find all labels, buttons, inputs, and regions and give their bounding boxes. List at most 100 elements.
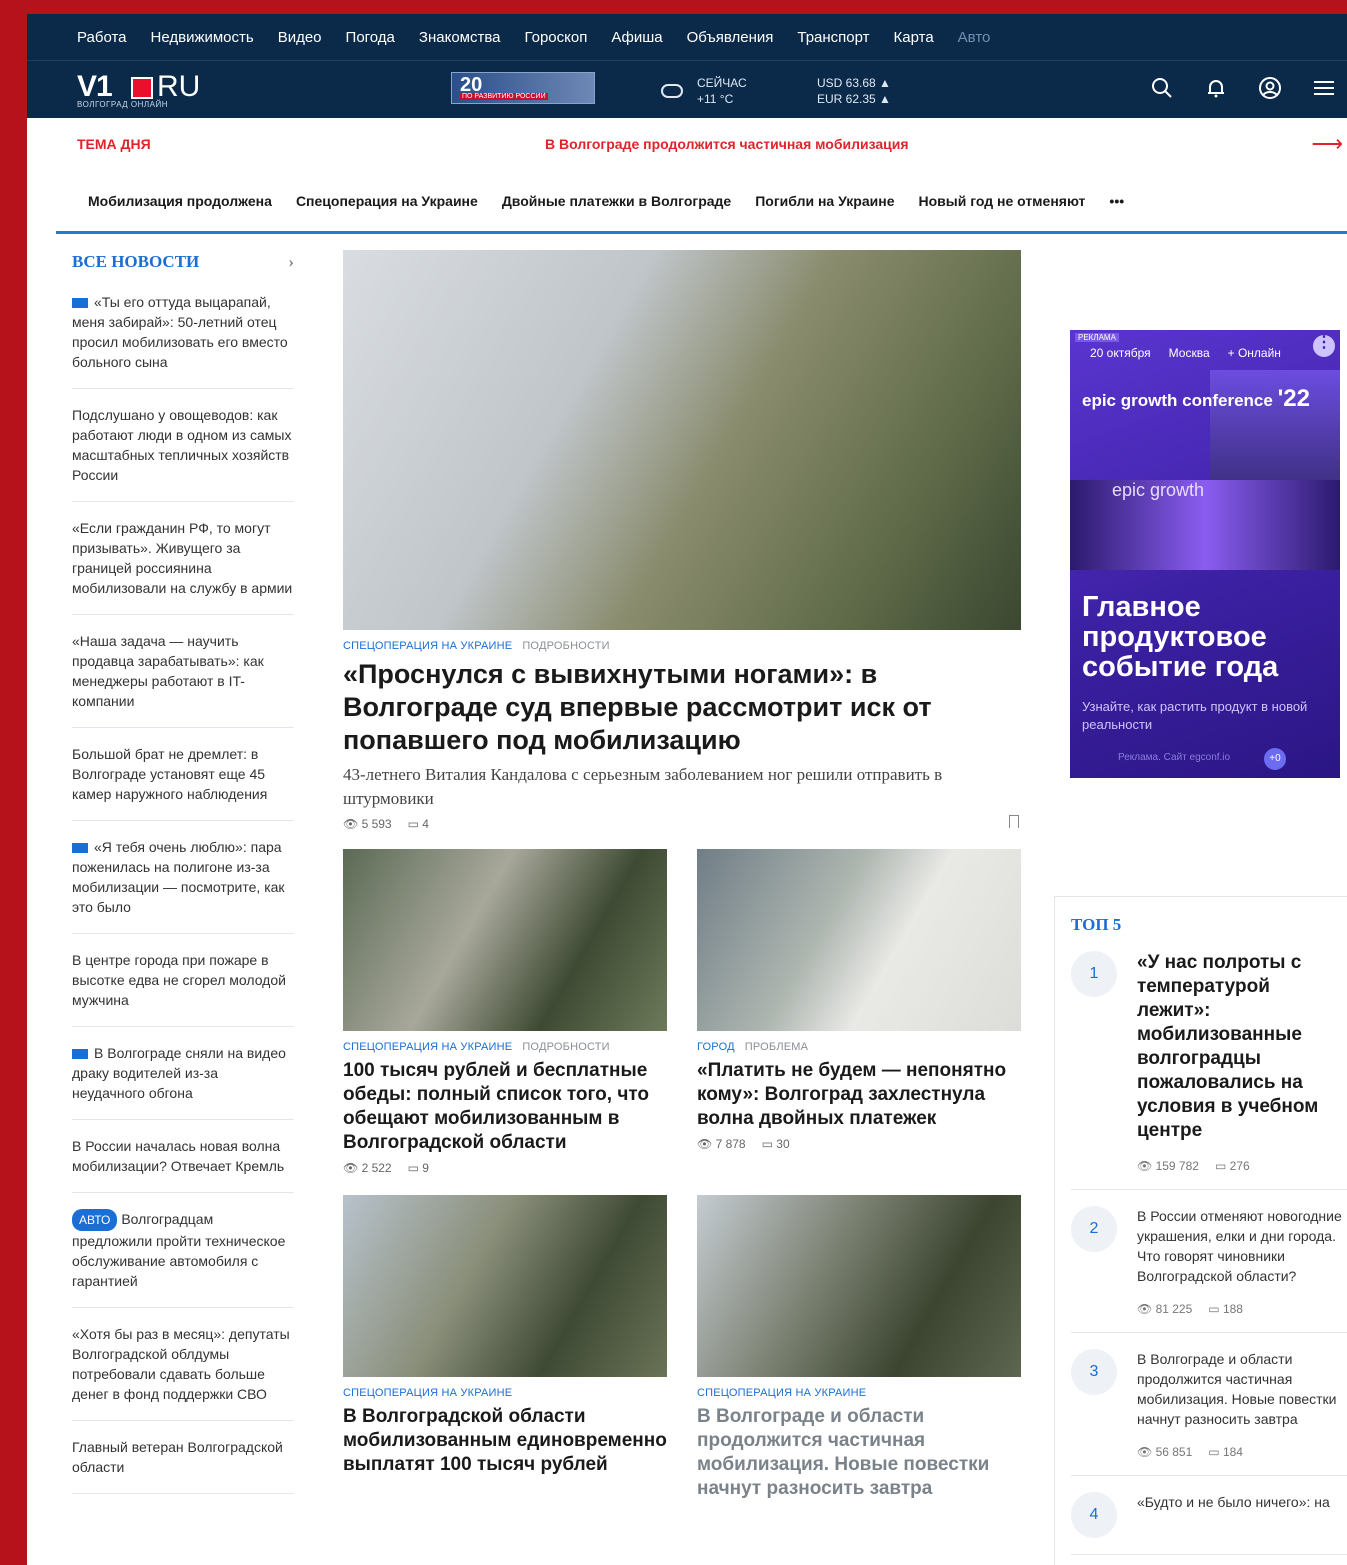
comments-count[interactable]: ▭ 4 (408, 817, 429, 831)
menu-icon[interactable] (1311, 75, 1337, 101)
nav-link[interactable]: Работа (77, 29, 127, 46)
top5-item[interactable]: 1 «У нас полроты с температурой лежит»: м… (1071, 951, 1347, 1190)
tag-link[interactable]: Спецоперация на Украине (296, 193, 478, 209)
article-title[interactable]: 100 тысяч рублей и бесплатные обеды: пол… (343, 1059, 667, 1155)
article-image[interactable] (697, 849, 1021, 1031)
article-title[interactable]: «Платить не будем — непонятно кому»: Вол… (697, 1059, 1021, 1131)
article-card[interactable]: СПЕЦОПЕРАЦИЯ НА УКРАИНЕ В Волгоградской о… (343, 1195, 667, 1501)
top5-title[interactable]: В России отменяют новогодние украшения, … (1137, 1206, 1347, 1286)
news-item[interactable]: В России началась новая волна мобилизаци… (72, 1120, 294, 1193)
news-item-text: «Наша задача — научить продавца зарабаты… (72, 633, 264, 709)
news-item[interactable]: В Волгограде сняли на видео драку водите… (72, 1027, 294, 1120)
comments-count[interactable]: ▭ 276 (1215, 1159, 1250, 1173)
rank-number: 2 (1071, 1206, 1117, 1252)
news-item[interactable]: «Наша задача — научить продавца зарабаты… (72, 615, 294, 728)
top5-item[interactable]: 2 В России отменяют новогодние украшения,… (1071, 1206, 1347, 1333)
hero-article[interactable]: СПЕЦОПЕРАЦИЯ НА УКРАИНЕ ПОДРОБНОСТИ «Прос… (343, 250, 1021, 831)
top5-item[interactable]: 4 «Будто и не было ничего»: на (1071, 1492, 1347, 1555)
category-tag[interactable]: ГОРОД (697, 1041, 735, 1053)
top5-title[interactable]: «Будто и не было ничего»: на (1137, 1492, 1347, 1512)
site-logo[interactable]: V1 RU ВОЛГОГРАД ОНЛАЙН (77, 70, 217, 111)
comments-count[interactable]: ▭ 184 (1208, 1445, 1243, 1459)
article-card[interactable]: ГОРОД ПРОБЛЕМА «Платить не будем — непонят… (697, 849, 1021, 1175)
promo-banner[interactable]: 20 ПО РАЗВИТИЮ РОССИИ (451, 72, 595, 104)
topic-of-day: ТЕМА ДНЯ В Волгограде продолжится частич… (27, 118, 1347, 170)
article-category[interactable]: СПЕЦОПЕРАЦИЯ НА УКРАИНЕ ПОДРОБНОСТИ (343, 1041, 667, 1053)
user-icon[interactable] (1257, 75, 1283, 101)
news-item-text: Главный ветеран Волгоградской области (72, 1439, 283, 1475)
arrow-right-icon[interactable]: ⟶ (1311, 131, 1343, 157)
article-title[interactable]: В Волгоградской области мобилизованным е… (343, 1405, 667, 1477)
category-badge[interactable]: АВТО (72, 1209, 118, 1231)
news-item[interactable]: «Ты его оттуда выцарапай, меня забирай»:… (72, 292, 294, 389)
comments-count[interactable]: ▭ 188 (1208, 1302, 1243, 1316)
category-tag[interactable]: СПЕЦОПЕРАЦИЯ НА УКРАИНЕ (343, 1387, 512, 1399)
article-card[interactable]: СПЕЦОПЕРАЦИЯ НА УКРАИНЕ В Волгограде и об… (697, 1195, 1021, 1501)
nav-link[interactable]: Афиша (611, 29, 662, 46)
article-image[interactable] (343, 1195, 667, 1377)
bell-icon[interactable] (1203, 75, 1229, 101)
article-category[interactable]: СПЕЦОПЕРАЦИЯ НА УКРАИНЕ (343, 1387, 667, 1399)
bookmark-icon[interactable] (1009, 815, 1019, 828)
tag-link[interactable]: Погибли на Украине (755, 193, 894, 209)
top5-title[interactable]: В Волгограде и области продолжится части… (1137, 1349, 1347, 1429)
subcategory-tag[interactable]: ПОДРОБНОСТИ (522, 1041, 609, 1053)
nav-link[interactable]: Карта (894, 29, 934, 46)
news-item[interactable]: Подслушано у овощеводов: как работают лю… (72, 389, 294, 502)
article-category[interactable]: СПЕЦОПЕРАЦИЯ НА УКРАИНЕ (697, 1387, 1021, 1399)
news-item[interactable]: Большой брат не дремлет: в Волгограде ус… (72, 728, 294, 821)
advertisement[interactable]: РЕКЛАМА 20 октября Москва + Онлайн epic gr… (1070, 330, 1340, 778)
hero-title[interactable]: «Проснулся с вывихнутыми ногами»: в Волг… (343, 658, 1021, 757)
article-category[interactable]: ГОРОД ПРОБЛЕМА (697, 1041, 1021, 1053)
nav-link[interactable]: Объявления (687, 29, 774, 46)
news-item[interactable]: Главный ветеран Волгоградской области (72, 1421, 294, 1494)
nav-link[interactable]: Недвижимость (151, 29, 254, 46)
search-icon[interactable] (1149, 75, 1175, 101)
nav-link[interactable]: Видео (278, 29, 322, 46)
subcategory-tag[interactable]: ПОДРОБНОСТИ (522, 640, 609, 652)
article-grid: СПЕЦОПЕРАЦИЯ НА УКРАИНЕ ПОДРОБНОСТИ 100 ты… (343, 849, 1021, 1501)
tag-link[interactable]: Двойные платежки в Волгограде (502, 193, 731, 209)
top5-title[interactable]: «У нас полроты с температурой лежит»: мо… (1137, 951, 1347, 1143)
article-image[interactable] (697, 1195, 1021, 1377)
ad-plus-badge[interactable]: +0 (1264, 748, 1286, 770)
news-item[interactable]: АВТО Волгоградцам предложили пройти техни… (72, 1193, 294, 1308)
rank-number: 1 (1071, 951, 1117, 997)
currency-rates[interactable]: USD 63.68 ▲ EUR 62.35 ▲ (817, 75, 891, 107)
tag-link[interactable]: ••• (1109, 193, 1124, 209)
top5-meta: 👁 56 851 ▭ 184 (1137, 1445, 1347, 1459)
news-item-text: Подслушано у овощеводов: как работают лю… (72, 407, 292, 483)
news-item[interactable]: В центре города при пожаре в высотке едв… (72, 934, 294, 1027)
comments-count[interactable]: ▭ 30 (762, 1137, 790, 1151)
comments-count[interactable]: ▭ 9 (408, 1161, 429, 1175)
category-tag[interactable]: СПЕЦОПЕРАЦИЯ НА УКРАИНЕ (343, 640, 512, 652)
article-title[interactable]: В Волгограде и области продолжится части… (697, 1405, 1021, 1501)
category-tag[interactable]: СПЕЦОПЕРАЦИЯ НА УКРАИНЕ (697, 1387, 866, 1399)
nav-link[interactable]: Авто (958, 29, 991, 46)
subcategory-tag[interactable]: ПРОБЛЕМА (745, 1041, 808, 1053)
news-item[interactable]: «Я тебя очень люблю»: пара поженилась на… (72, 821, 294, 934)
weather-widget[interactable]: СЕЙЧАС +11 °C (661, 75, 747, 107)
chevron-right-icon: › (288, 252, 294, 271)
nav-link[interactable]: Транспорт (797, 29, 869, 46)
article-card[interactable]: СПЕЦОПЕРАЦИЯ НА УКРАИНЕ ПОДРОБНОСТИ 100 ты… (343, 849, 667, 1175)
logo-flag-icon (131, 77, 153, 99)
news-item-text: В центре города при пожаре в высотке едв… (72, 952, 286, 1008)
top5-item[interactable]: 3 В Волгограде и области продолжится част… (1071, 1349, 1347, 1476)
all-news-header[interactable]: ВСЕ НОВОСТИ › (72, 252, 294, 292)
news-item[interactable]: «Если гражданин РФ, то могут призывать».… (72, 502, 294, 615)
article-image[interactable] (343, 849, 667, 1031)
hero-category[interactable]: СПЕЦОПЕРАЦИЯ НА УКРАИНЕ ПОДРОБНОСТИ (343, 640, 1021, 652)
tag-link[interactable]: Мобилизация продолжена (88, 193, 272, 209)
tag-link[interactable]: Новый год не отменяют (918, 193, 1085, 209)
rank-number: 3 (1071, 1349, 1117, 1395)
nav-link[interactable]: Погода (346, 29, 395, 46)
news-item[interactable]: «Хотя бы раз в месяц»: депутаты Волгогра… (72, 1308, 294, 1421)
nav-link[interactable]: Знакомства (419, 29, 501, 46)
topic-link[interactable]: В Волгограде продолжится частичная мобил… (545, 136, 909, 152)
category-tag[interactable]: СПЕЦОПЕРАЦИЯ НА УКРАИНЕ (343, 1041, 512, 1053)
more-options-icon[interactable]: ⋮ (1313, 335, 1335, 357)
ad-event-info: 20 октября Москва + Онлайн (1090, 346, 1281, 360)
hero-image[interactable] (343, 250, 1021, 630)
nav-link[interactable]: Гороскоп (525, 29, 588, 46)
